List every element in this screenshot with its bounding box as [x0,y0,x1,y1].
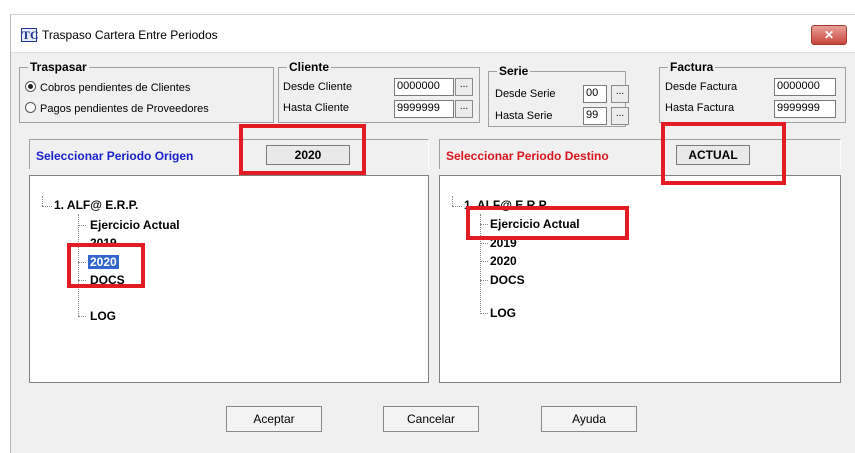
hasta-serie-input[interactable]: 99 [583,107,607,125]
hasta-factura-input[interactable]: 9999999 [774,100,836,118]
tree-line [452,196,453,206]
origen-header: Seleccionar Periodo Origen 2020 [29,139,429,169]
origen-period-field[interactable]: 2020 [266,145,350,165]
desde-factura-input[interactable]: 0000000 [774,78,836,96]
origen-tree[interactable]: 1. ALF@ E.R.P. Ejercicio Actual 2019 202… [29,175,429,383]
tree-line [480,280,488,281]
origen-tree-item-2020[interactable]: 2020 [88,255,119,269]
origen-tree-item-ejercicio-actual[interactable]: Ejercicio Actual [90,218,180,232]
ayuda-button[interactable]: Ayuda [541,406,637,432]
radio-pagos[interactable]: Pagos pendientes de Proveedores [25,102,209,115]
hasta-cliente-browse-button[interactable]: ... [455,100,473,118]
cliente-legend: Cliente [289,60,330,74]
factura-legend: Factura [670,60,714,74]
tree-line [480,243,488,244]
radio-cobros[interactable]: Cobros pendientes de Clientes [25,81,190,94]
destino-header: Seleccionar Periodo Destino ACTUAL [439,139,841,169]
serie-legend: Serie [499,64,529,78]
aceptar-button[interactable]: Aceptar [226,406,322,432]
destino-tree-item-2020[interactable]: 2020 [490,254,517,268]
window-title: Traspaso Cartera Entre Periodos [42,28,218,42]
tree-line [452,206,462,207]
tree-line [78,225,86,226]
title-bar[interactable]: TC Traspaso Cartera Entre Periodos ✕ [11,15,855,53]
hasta-cliente-label: Hasta Cliente [283,102,350,114]
destino-tree-item-2019[interactable]: 2019 [490,236,517,250]
tree-line [480,214,481,314]
cancelar-button[interactable]: Cancelar [383,406,479,432]
tree-line [42,196,43,206]
origen-tree-root[interactable]: 1. ALF@ E.R.P. [54,198,138,212]
desde-serie-browse-button[interactable]: ... [611,85,629,103]
app-icon: TC [21,28,39,42]
destino-tree-item-ejercicio-actual[interactable]: Ejercicio Actual [490,217,580,231]
tree-line [78,214,79,316]
desde-cliente-input[interactable]: 0000000 [394,78,454,96]
destino-label: Seleccionar Periodo Destino [446,149,609,163]
hasta-serie-label: Hasta Serie [495,110,553,122]
hasta-factura-label: Hasta Factura [665,102,735,114]
origen-label: Seleccionar Periodo Origen [36,149,194,163]
destino-tree-item-log[interactable]: LOG [490,306,516,320]
desde-serie-label: Desde Serie [495,88,556,100]
tree-line [480,313,488,314]
traspasar-legend: Traspasar [30,60,87,74]
destino-tree-item-docs[interactable]: DOCS [490,273,525,287]
desde-factura-label: Desde Factura [665,81,738,93]
tree-line [480,261,488,262]
radio-unchecked-icon[interactable] [25,102,36,113]
origen-tree-item-docs[interactable]: DOCS [90,273,125,287]
tree-line [78,316,86,317]
tree-line [78,280,86,281]
tree-line [42,206,52,207]
hasta-serie-browse-button[interactable]: ... [611,107,629,125]
tree-line [480,224,488,225]
desde-serie-input[interactable]: 00 [583,85,607,103]
origen-tree-item-2019[interactable]: 2019 [90,236,117,250]
hasta-cliente-input[interactable]: 9999999 [394,100,454,118]
destino-tree[interactable]: 1. ALF@ E.R.P. Ejercicio Actual 2019 202… [439,175,841,383]
destino-period-field[interactable]: ACTUAL [676,145,750,165]
tree-line [78,243,86,244]
dialog-window: TC Traspaso Cartera Entre Periodos ✕ Tra… [10,14,855,453]
origen-tree-item-log[interactable]: LOG [90,309,116,323]
radio-checked-icon[interactable] [25,81,36,92]
radio-cobros-label: Cobros pendientes de Clientes [40,82,191,94]
desde-cliente-browse-button[interactable]: ... [455,78,473,96]
desde-cliente-label: Desde Cliente [283,81,353,93]
tree-line [78,262,86,263]
close-button[interactable]: ✕ [811,25,847,45]
destino-tree-root[interactable]: 1. ALF@ E.R.P. [464,198,548,212]
radio-pagos-label: Pagos pendientes de Proveedores [40,103,209,115]
